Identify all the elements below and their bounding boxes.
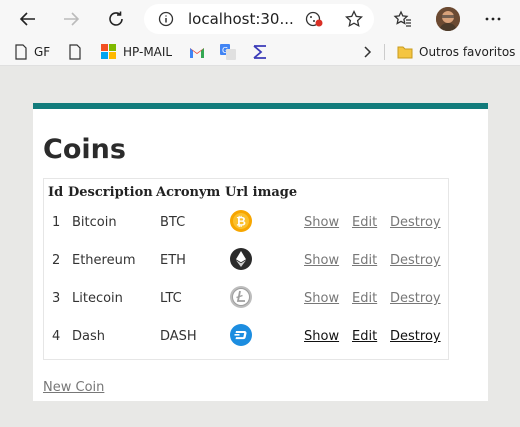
ethereum-icon	[230, 248, 252, 270]
favorites-button[interactable]	[389, 5, 417, 33]
cell-description: Dash	[72, 329, 105, 344]
translate-icon: G	[220, 44, 236, 60]
table-row: 2 Ethereum ETH Show Edit Destroy	[44, 241, 448, 279]
chevron-right-icon	[364, 46, 372, 58]
header-acronym: Acronym	[156, 185, 221, 200]
bitcoin-icon: ₿	[230, 210, 252, 232]
bookmark-label: HP-MAIL	[123, 45, 173, 59]
file-icon	[69, 44, 81, 60]
cell-id: 1	[52, 215, 61, 230]
cell-acronym: DASH	[160, 329, 197, 344]
cell-acronym: ETH	[160, 253, 186, 268]
star-icon[interactable]	[344, 9, 364, 29]
bookmark-gmail[interactable]	[189, 38, 211, 66]
tracking-prevention-icon[interactable]	[304, 9, 324, 29]
refresh-icon	[109, 11, 123, 26]
edit-link[interactable]: Edit	[352, 215, 377, 230]
edit-link[interactable]: Edit	[352, 291, 377, 306]
folder-icon	[397, 46, 413, 59]
destroy-link[interactable]: Destroy	[390, 329, 441, 344]
table-row: 1 Bitcoin BTC ₿ Show Edit Destroy	[44, 203, 448, 241]
bookmark-hp-mail[interactable]: HP-MAIL	[101, 38, 172, 66]
show-link[interactable]: Show	[304, 291, 339, 306]
more-button[interactable]	[479, 5, 507, 33]
avatar-image-icon	[436, 7, 460, 31]
new-coin-link[interactable]: New Coin	[43, 380, 104, 395]
cell-acronym: BTC	[160, 215, 186, 230]
gmail-icon	[190, 47, 204, 58]
edit-link[interactable]: Edit	[352, 253, 377, 268]
bookmark-gf[interactable]: GF	[14, 38, 50, 66]
cell-description: Litecoin	[72, 291, 123, 306]
table-row: 4 Dash DASH Show Edit Destroy	[44, 317, 448, 355]
header-description: Description	[68, 185, 153, 200]
cell-id: 3	[52, 291, 61, 306]
cell-description: Ethereum	[72, 253, 136, 268]
bookmark-divider	[384, 44, 385, 60]
bookmark-translate[interactable]: G	[220, 38, 242, 66]
other-favorites-label: Outros favoritos	[419, 45, 516, 59]
svg-text:₿: ₿	[236, 215, 246, 229]
header-url-image: Url image	[225, 185, 298, 200]
show-link[interactable]: Show	[304, 215, 339, 230]
bookmark-sigma[interactable]	[252, 38, 274, 66]
browser-toolbar: localhost:30...	[0, 0, 520, 38]
litecoin-icon	[230, 286, 252, 308]
address-bar[interactable]: localhost:30...	[144, 4, 374, 34]
bookmarks-overflow-button[interactable]	[362, 38, 378, 66]
back-button[interactable]	[14, 5, 42, 33]
forward-arrow-icon	[64, 12, 80, 26]
back-arrow-icon	[19, 12, 35, 26]
cell-id: 2	[52, 253, 61, 268]
bookmark-file[interactable]	[68, 38, 88, 66]
avatar[interactable]	[436, 7, 460, 31]
table-row: 3 Litecoin LTC Show Edit Destroy	[44, 279, 448, 317]
sigma-icon	[253, 45, 266, 59]
file-icon	[15, 44, 27, 60]
destroy-link[interactable]: Destroy	[390, 291, 441, 306]
dash-icon	[230, 324, 252, 346]
cell-id: 4	[52, 329, 61, 344]
bookmark-label: GF	[34, 45, 51, 59]
show-link[interactable]: Show	[304, 329, 339, 344]
destroy-link[interactable]: Destroy	[390, 215, 441, 230]
show-link[interactable]: Show	[304, 253, 339, 268]
favorites-icon	[393, 10, 411, 27]
url-text[interactable]: localhost:30...	[188, 10, 294, 28]
page-title: Coins	[43, 134, 126, 165]
other-favorites-folder[interactable]: Outros favoritos	[397, 38, 515, 66]
refresh-button[interactable]	[102, 5, 130, 33]
cell-acronym: LTC	[160, 291, 182, 306]
cell-description: Bitcoin	[72, 215, 117, 230]
more-dots-icon	[485, 17, 501, 21]
info-icon[interactable]	[158, 11, 174, 27]
header-id: Id	[48, 185, 64, 200]
forward-button[interactable]	[57, 5, 85, 33]
windows-icon	[101, 44, 116, 59]
destroy-link[interactable]: Destroy	[390, 253, 441, 268]
bookmarks-bar: GF HP-MAIL G Outros favoritos	[0, 38, 520, 66]
coins-table: Id Description Acronym Url image 1 Bitco…	[43, 178, 449, 360]
edit-link[interactable]: Edit	[352, 329, 377, 344]
content-card: Coins Id Description Acronym Url image 1…	[33, 103, 488, 401]
